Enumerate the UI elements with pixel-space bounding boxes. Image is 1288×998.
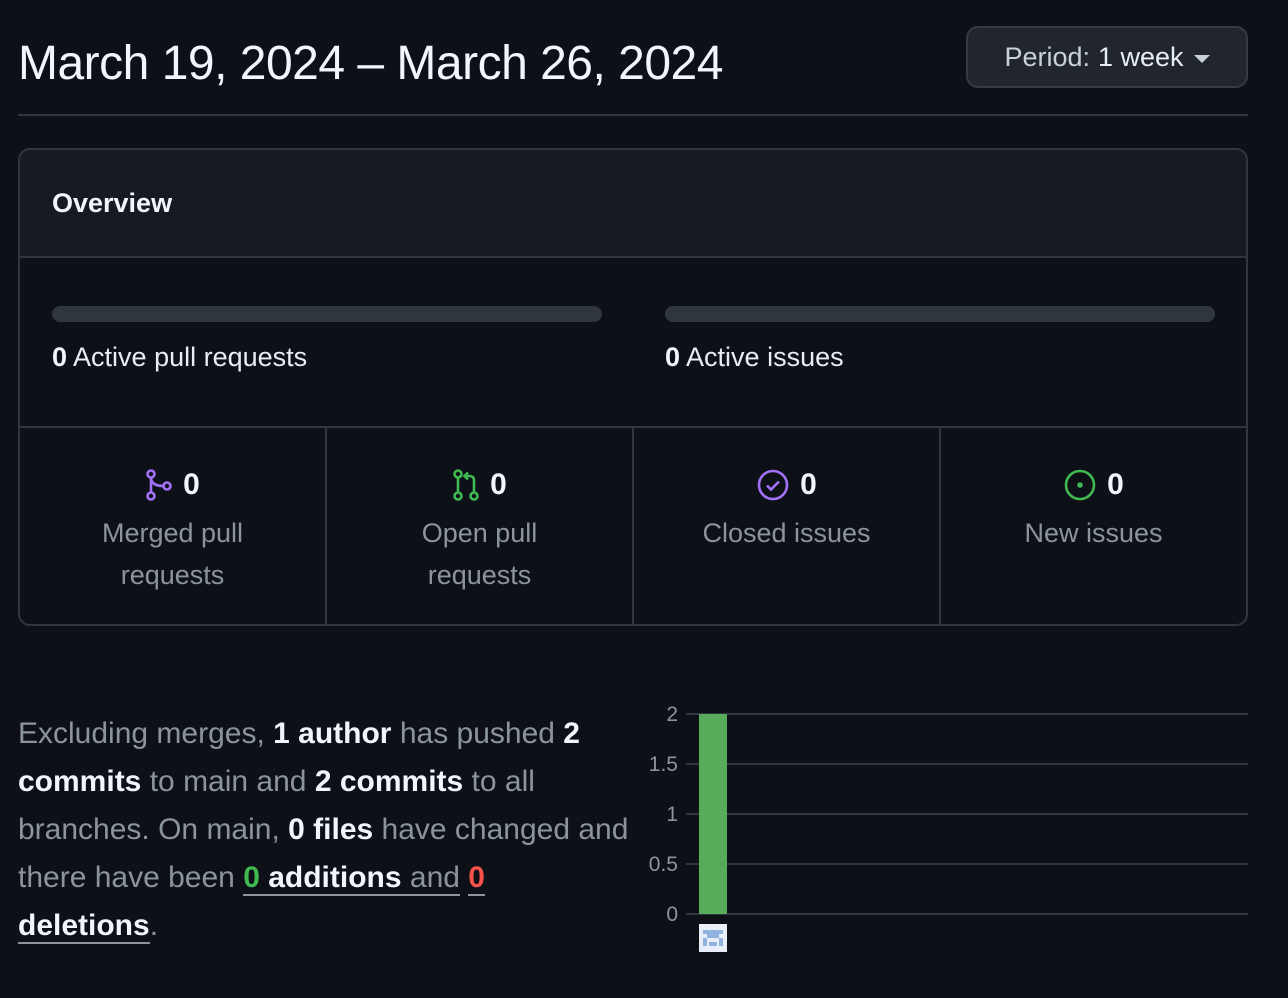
summary-text: . xyxy=(149,909,159,942)
y-tick-label: 1 xyxy=(666,803,678,826)
period-dropdown-button[interactable]: Period: 1 week xyxy=(966,26,1248,88)
pulse-header: March 19, 2024 – March 26, 2024 Period: … xyxy=(18,26,1248,116)
period-value: 1 week xyxy=(1098,41,1184,72)
pulse-page: March 19, 2024 – March 26, 2024 Period: … xyxy=(0,0,1288,998)
active-issues-label: Active issues xyxy=(686,342,844,372)
date-range-title: March 19, 2024 – March 26, 2024 xyxy=(18,37,723,90)
y-tick-label: 1.5 xyxy=(649,753,678,776)
active-pull-requests-count: 0 xyxy=(52,342,68,372)
active-issues-count: 0 xyxy=(665,342,681,372)
commit-summary: Excluding merges, 1 author has pushed 2 … xyxy=(18,710,633,950)
summary-text: Excluding merges, xyxy=(18,717,274,750)
open-pull-requests-label: Open pull requests xyxy=(421,518,538,590)
active-pull-requests[interactable]: 0 Active pull requests xyxy=(52,306,602,373)
authors-count: 1 author xyxy=(273,717,392,750)
additions-count: 0 xyxy=(243,861,260,894)
active-summary-row: 0 Active pull requests 0 Active issues xyxy=(20,258,1246,428)
active-issues-progress-bar xyxy=(665,306,1215,322)
contributor-avatar-icon[interactable] xyxy=(699,924,727,952)
y-tick-label: 0.5 xyxy=(649,853,678,876)
files-changed-count: 0 files xyxy=(288,813,374,846)
new-issues-label: New issues xyxy=(1024,518,1163,548)
closed-issues-label: Closed issues xyxy=(702,518,871,548)
stat-closed-issues[interactable]: 0 Closed issues xyxy=(634,428,941,624)
y-tick-label: 2 xyxy=(666,703,678,726)
new-issues-count: 0 xyxy=(1107,468,1124,501)
additions-link[interactable]: 0 additions xyxy=(243,861,402,896)
deletions-label: deletions xyxy=(18,909,150,942)
summary-text: and xyxy=(401,861,460,896)
commit-bar[interactable] xyxy=(699,714,727,914)
active-pull-requests-progress-bar xyxy=(52,306,602,322)
stat-new-issues[interactable]: 0 New issues xyxy=(941,428,1246,624)
git-merge-icon xyxy=(146,469,172,501)
commits-all-count: 2 commits xyxy=(314,765,464,798)
closed-issues-count: 0 xyxy=(800,468,817,501)
git-pull-request-icon xyxy=(453,469,479,501)
active-pull-requests-label: Active pull requests xyxy=(73,342,308,372)
issue-closed-icon xyxy=(757,469,789,501)
merged-pull-requests-count: 0 xyxy=(183,468,200,501)
overview-panel: Overview 0 Active pull requests 0 Active… xyxy=(18,148,1248,626)
stat-merged-pull-requests[interactable]: 0 Merged pull requests xyxy=(20,428,327,624)
open-pull-requests-count: 0 xyxy=(490,468,507,501)
overview-title: Overview xyxy=(20,150,1246,258)
commits-bar-chart: 0 0.5 1 1.5 2 xyxy=(649,703,1248,952)
issue-opened-icon xyxy=(1064,469,1096,501)
additions-label: additions xyxy=(259,861,402,894)
overview-stats-row: 0 Merged pull requests 0 Open pull reque… xyxy=(20,428,1246,624)
summary-text: to main and xyxy=(141,765,315,798)
deletions-count: 0 xyxy=(468,861,485,894)
period-label: Period: xyxy=(1004,41,1090,72)
stat-open-pull-requests[interactable]: 0 Open pull requests xyxy=(327,428,634,624)
merged-pull-requests-label: Merged pull requests xyxy=(101,518,244,590)
y-tick-label: 0 xyxy=(666,903,678,926)
summary-text: has pushed xyxy=(391,717,564,750)
caret-down-icon xyxy=(1193,55,1210,63)
active-issues[interactable]: 0 Active issues xyxy=(665,306,1215,373)
